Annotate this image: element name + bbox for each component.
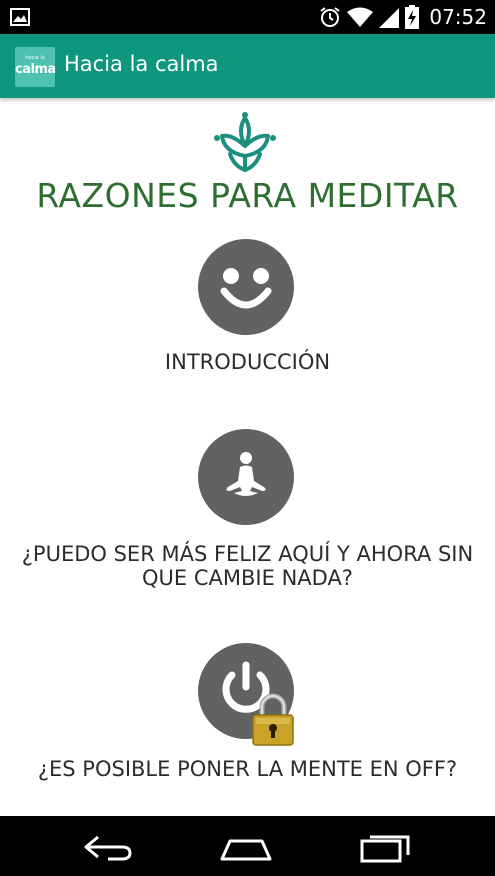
meditating-person-icon — [226, 452, 266, 496]
app-logo-text: calma — [15, 62, 55, 77]
reason-label: ¿PUEDO SER MÁS FELIZ AQUÍ Y AHORA SIN QU… — [21, 542, 474, 590]
wifi-icon — [347, 7, 374, 27]
feliz-button[interactable] — [198, 429, 294, 525]
app-logo-small-text: hacia la — [25, 55, 45, 61]
image-notification-icon — [10, 8, 30, 26]
app-title: Hacia la calma — [64, 52, 219, 76]
list-item-feliz[interactable]: ¿PUEDO SER MÁS FELIZ AQUÍ Y AHORA SIN QU… — [0, 429, 495, 599]
navigation-bar — [0, 816, 495, 876]
introduccion-button[interactable] — [198, 239, 294, 335]
reason-label: ¿ES POSIBLE PONER LA MENTE EN OFF? — [37, 757, 458, 781]
padlock-icon — [252, 693, 294, 746]
content-area[interactable]: RAZONES PARA MEDITAR INTRODUCCIÓN ¿PUEDO… — [0, 98, 495, 816]
reason-label: INTRODUCCIÓN — [164, 350, 331, 374]
status-bar: 07:52 — [0, 0, 495, 34]
battery-charging-icon — [405, 5, 420, 29]
recent-apps-button[interactable] — [356, 831, 416, 863]
home-button[interactable] — [216, 831, 276, 863]
list-item-mente-off[interactable]: ¿ES POSIBLE PONER LA MENTE EN OFF? — [0, 643, 495, 816]
list-item-introduccion[interactable]: INTRODUCCIÓN — [0, 239, 495, 379]
app-logo[interactable]: hacia la calma — [15, 47, 55, 87]
status-time: 07:52 — [429, 5, 487, 29]
alarm-clock-icon — [320, 7, 340, 27]
lotus-icon — [214, 112, 276, 172]
back-button[interactable] — [78, 831, 138, 863]
page-title: RAZONES PARA MEDITAR — [36, 176, 459, 215]
status-icons: 07:52 — [319, 0, 487, 34]
smiley-face-icon — [220, 268, 272, 309]
signal-icon — [379, 8, 400, 28]
app-bar: hacia la calma Hacia la calma — [0, 34, 495, 98]
